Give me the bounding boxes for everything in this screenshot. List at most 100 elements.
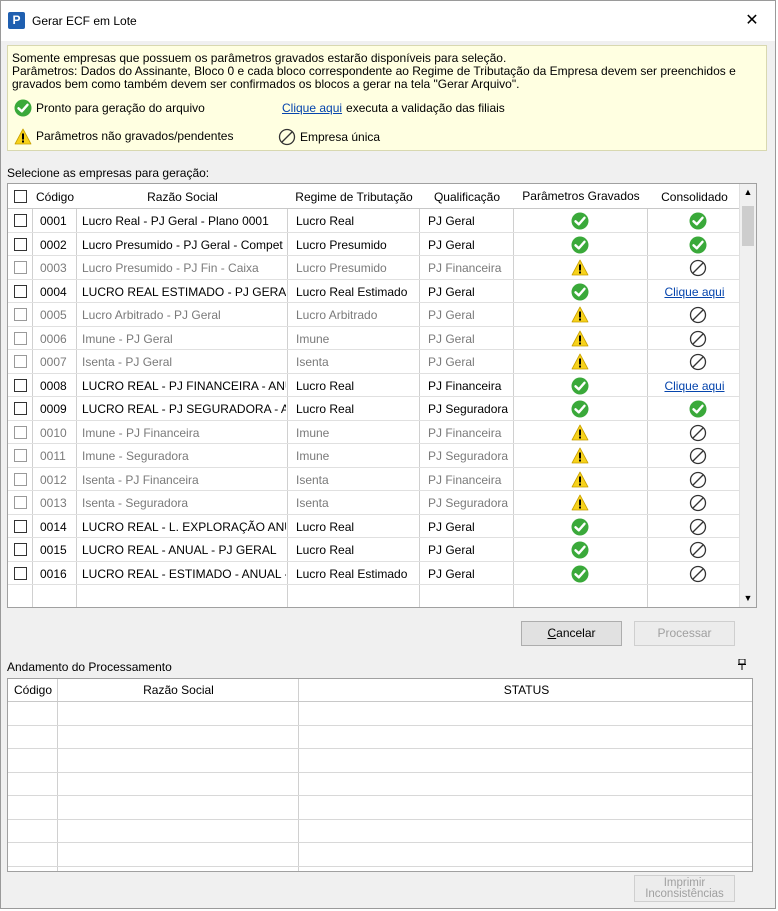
warning-icon [571, 471, 589, 489]
header-parametros[interactable]: Parâmetros Gravados [514, 189, 648, 203]
cell-razao-social: LUCRO REAL - ANUAL - PJ GERAL [82, 543, 277, 557]
print-inconsistencies-button[interactable]: Imprimir Inconsistências [634, 875, 735, 902]
check-icon [571, 541, 589, 559]
info-panel: Somente empresas que possuem os parâmetr… [7, 45, 767, 151]
pin-icon[interactable] [738, 658, 746, 673]
app-icon: P [8, 12, 25, 29]
progress-header-razao[interactable]: Razão Social [58, 683, 299, 697]
legend-single-label: Empresa única [300, 129, 381, 144]
cell-regime: Lucro Presumido [296, 237, 387, 252]
progress-header-status[interactable]: STATUS [299, 683, 752, 697]
cell-codigo: 0012 [40, 472, 67, 487]
progress-row [8, 726, 752, 749]
cell-regime: Lucro Real [296, 519, 355, 534]
header-regime[interactable]: Regime de Tributação [288, 190, 420, 204]
progress-header: Código Razão Social STATUS [8, 679, 752, 702]
cell-regime: Lucro Real [296, 543, 355, 557]
scroll-up-button[interactable]: ▲ [740, 184, 756, 201]
progress-row [8, 796, 752, 820]
table-row[interactable]: 0015 LUCRO REAL - ANUAL - PJ GERAL Lucro R… [8, 538, 741, 562]
cell-regime: Lucro Presumido [296, 261, 387, 275]
check-icon [571, 236, 589, 254]
cell-razao-social: Imune - PJ Geral [82, 331, 173, 346]
cell-qualificacao: PJ Geral [428, 284, 475, 299]
warning-icon [571, 330, 589, 348]
table-scrollbar[interactable]: ▲ ▼ [739, 184, 756, 607]
cell-razao-social: Lucro Presumido - PJ Fin - Caixa [82, 261, 259, 275]
cell-qualificacao: PJ Financeira [428, 378, 502, 393]
table-row[interactable]: 0014 LUCRO REAL - L. EXPLORAÇÃO ANUAL Lucr… [8, 515, 741, 538]
row-checkbox[interactable] [14, 284, 27, 298]
validate-branches-link[interactable]: Clique aqui [282, 102, 342, 115]
table-row: 0006 Imune - PJ Geral Imune PJ Geral [8, 327, 741, 350]
legend-ready: Pronto para geração do arquivo [14, 99, 205, 117]
row-checkbox[interactable] [14, 543, 27, 556]
check-icon [689, 400, 707, 418]
cell-codigo: 0007 [40, 355, 67, 369]
cell-qualificacao: PJ Geral [428, 566, 475, 581]
table-row: 0010 Imune - PJ Financeira Imune PJ Finance… [8, 421, 741, 444]
empty-set-icon [689, 330, 707, 348]
scroll-thumb[interactable] [742, 206, 754, 246]
legend-pending-label: Parâmetros não gravados/pendentes [36, 129, 234, 143]
consolidated-link[interactable]: Clique aqui [648, 285, 741, 299]
cell-codigo: 0004 [40, 284, 67, 299]
cell-razao-social: Lucro Presumido - PJ Geral - Compet [82, 237, 283, 252]
legend-validate: Clique aqui executa a validação das fili… [282, 102, 505, 115]
cell-qualificacao: PJ Financeira [428, 425, 502, 440]
row-checkbox[interactable] [14, 519, 27, 533]
select-all-checkbox[interactable] [14, 190, 27, 203]
cell-razao-social: Lucro Real - PJ Geral - Plano 0001 [82, 214, 269, 228]
empty-set-icon [689, 424, 707, 442]
row-checkbox [14, 496, 27, 509]
cancel-button[interactable]: Cancelar [521, 621, 622, 646]
header-consolidado[interactable]: Consolidado [648, 190, 741, 204]
check-icon [689, 212, 707, 230]
row-checkbox[interactable] [14, 214, 27, 227]
empty-set-icon [278, 128, 296, 146]
row-checkbox[interactable] [14, 378, 27, 392]
table-row[interactable]: 0001 Lucro Real - PJ Geral - Plano 0001 Lu… [8, 209, 741, 233]
row-checkbox[interactable] [14, 237, 27, 251]
empty-set-icon [689, 518, 707, 536]
cell-codigo: 0011 [40, 449, 66, 463]
table-row[interactable]: 0016 LUCRO REAL - ESTIMADO - ANUAL - PJ Lu… [8, 562, 741, 585]
progress-row [8, 749, 752, 773]
row-checkbox[interactable] [14, 566, 27, 580]
check-icon [571, 400, 589, 418]
cell-qualificacao: PJ Financeira [428, 261, 502, 275]
row-checkbox[interactable] [14, 402, 27, 415]
cell-codigo: 0015 [40, 543, 67, 557]
cell-qualificacao: PJ Geral [428, 308, 475, 322]
cell-codigo: 0013 [40, 496, 67, 510]
row-checkbox [14, 261, 27, 274]
check-icon [571, 283, 589, 301]
process-button[interactable]: Processar [634, 621, 735, 646]
row-checkbox [14, 449, 27, 462]
header-codigo[interactable]: Código [33, 190, 77, 204]
progress-header-codigo[interactable]: Código [8, 683, 58, 697]
table-row[interactable]: 0004 LUCRO REAL ESTIMADO - PJ GERAL Lucro … [8, 280, 741, 303]
cell-regime: Lucro Real [296, 402, 355, 416]
cell-codigo: 0005 [40, 308, 67, 322]
check-icon [571, 565, 589, 583]
header-qualificacao[interactable]: Qualificação [420, 190, 514, 204]
cell-codigo: 0003 [40, 261, 67, 275]
table-row[interactable]: 0009 LUCRO REAL - PJ SEGURADORA - ANUAL Lu… [8, 397, 741, 421]
check-icon [689, 236, 707, 254]
check-icon [14, 99, 32, 117]
table-row[interactable]: 0008 LUCRO REAL - PJ FINANCEIRA - ANUAL Lu… [8, 374, 741, 397]
close-button[interactable]: ✕ [729, 1, 775, 41]
progress-title: Andamento do Processamento [7, 660, 172, 674]
empty-set-icon [689, 494, 707, 512]
warning-icon [571, 424, 589, 442]
scroll-down-button[interactable]: ▼ [740, 590, 756, 607]
header-razao-social[interactable]: Razão Social [77, 190, 288, 204]
cell-razao-social: Imune - Seguradora [82, 449, 189, 463]
consolidated-link[interactable]: Clique aqui [648, 379, 741, 393]
cell-razao-social: Lucro Arbitrado - PJ Geral [82, 308, 221, 322]
legend-validate-label: executa a validação das filiais [346, 101, 505, 115]
table-row[interactable]: 0002 Lucro Presumido - PJ Geral - Compet L… [8, 233, 741, 256]
cell-qualificacao: PJ Geral [428, 214, 475, 228]
row-checkbox [14, 331, 27, 345]
